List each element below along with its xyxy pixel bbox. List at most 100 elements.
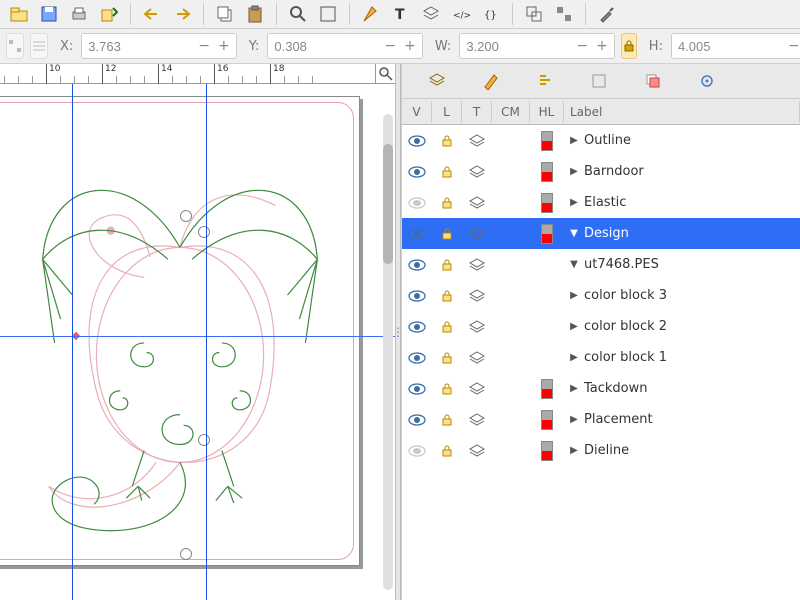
- layer-label[interactable]: ▶Tackdown: [564, 381, 800, 396]
- layer-row[interactable]: ▼Design: [402, 218, 800, 249]
- zoomfit-btn[interactable]: [315, 2, 341, 26]
- layer-row[interactable]: ▶Placement: [402, 404, 800, 435]
- lock-icon[interactable]: [432, 165, 462, 179]
- type-icon[interactable]: [462, 289, 492, 303]
- collapse-icon[interactable]: [642, 70, 664, 92]
- expand-arrow[interactable]: ▶: [568, 321, 580, 332]
- layer-label[interactable]: ▼Design: [564, 226, 800, 241]
- lock-icon[interactable]: [432, 413, 462, 427]
- remove-layer-icon[interactable]: [480, 70, 502, 92]
- lock-icon[interactable]: [432, 444, 462, 458]
- layer-label[interactable]: ▶Barndoor: [564, 164, 800, 179]
- col-label[interactable]: Label: [564, 101, 800, 123]
- lock-icon[interactable]: [432, 196, 462, 210]
- visibility-icon[interactable]: [402, 227, 432, 241]
- open-btn[interactable]: [6, 2, 32, 26]
- lock-aspect[interactable]: [621, 33, 637, 59]
- expand-arrow[interactable]: ▶: [568, 352, 580, 363]
- canvas-scrollbar[interactable]: [383, 114, 393, 590]
- layer-row[interactable]: ▶color block 2: [402, 311, 800, 342]
- layer-row[interactable]: ▶Dieline: [402, 435, 800, 466]
- h-input[interactable]: −+: [671, 33, 800, 59]
- expand-arrow[interactable]: ▼: [568, 228, 580, 239]
- visibility-icon[interactable]: [402, 165, 432, 179]
- expand-arrow[interactable]: ▶: [568, 445, 580, 456]
- redo-btn[interactable]: [169, 2, 195, 26]
- type-icon[interactable]: [462, 165, 492, 179]
- visibility-icon[interactable]: [402, 258, 432, 272]
- layer-label[interactable]: ▶Placement: [564, 412, 800, 427]
- expand-arrow[interactable]: ▶: [568, 197, 580, 208]
- group-btn[interactable]: [551, 2, 577, 26]
- lock-icon[interactable]: [432, 289, 462, 303]
- highlight-swatch[interactable]: [530, 410, 564, 430]
- layer-row[interactable]: ▶Barndoor: [402, 156, 800, 187]
- layer-row[interactable]: ▼ut7468.PES: [402, 249, 800, 280]
- xml-btn[interactable]: </>: [448, 2, 474, 26]
- visibility-icon[interactable]: [402, 351, 432, 365]
- type-icon[interactable]: [462, 227, 492, 241]
- lock-icon[interactable]: [432, 134, 462, 148]
- layer-label[interactable]: ▶color block 2: [564, 319, 800, 334]
- expand-arrow[interactable]: ▶: [568, 135, 580, 146]
- layer-row[interactable]: ▶color block 3: [402, 280, 800, 311]
- highlight-swatch[interactable]: [530, 224, 564, 244]
- visibility-icon[interactable]: [402, 320, 432, 334]
- expand-arrow[interactable]: ▶: [568, 290, 580, 301]
- layer-label[interactable]: ▶Elastic: [564, 195, 800, 210]
- distribute-icon[interactable]: [30, 33, 48, 59]
- save-btn[interactable]: [36, 2, 62, 26]
- col-cm[interactable]: CM: [492, 101, 530, 123]
- visibility-icon[interactable]: [402, 134, 432, 148]
- ruler-top[interactable]: 81012141618: [0, 64, 395, 84]
- col-hl[interactable]: HL: [530, 101, 564, 123]
- layer-label[interactable]: ▶color block 3: [564, 288, 800, 303]
- guide-vertical-1[interactable]: [72, 84, 73, 600]
- layer-row[interactable]: ▶Elastic: [402, 187, 800, 218]
- visibility-icon[interactable]: [402, 289, 432, 303]
- layer-row[interactable]: ▶Tackdown: [402, 373, 800, 404]
- expand-arrow[interactable]: ▶: [568, 383, 580, 394]
- type-icon[interactable]: [462, 382, 492, 396]
- layer-label[interactable]: ▶Outline: [564, 133, 800, 148]
- move-up-icon[interactable]: [534, 70, 556, 92]
- lock-icon[interactable]: [432, 382, 462, 396]
- lock-icon[interactable]: [432, 320, 462, 334]
- selectorcss-btn[interactable]: {}: [478, 2, 504, 26]
- expand-arrow[interactable]: ▼: [568, 259, 580, 270]
- node-select-icon[interactable]: [6, 33, 24, 59]
- add-layer-icon[interactable]: [426, 70, 448, 92]
- visibility-icon[interactable]: [402, 444, 432, 458]
- visibility-icon[interactable]: [402, 413, 432, 427]
- type-icon[interactable]: [462, 351, 492, 365]
- x-input[interactable]: −+: [81, 33, 236, 59]
- zoomin-btn[interactable]: [285, 2, 311, 26]
- layer-label[interactable]: ▼ut7468.PES: [564, 257, 800, 272]
- type-icon[interactable]: [462, 258, 492, 272]
- paste-btn[interactable]: [242, 2, 268, 26]
- layer-list[interactable]: ▶Outline ▶Barndoor ▶Elastic ▼Design ▼ut7468.…: [402, 125, 800, 600]
- rotate-handle-2[interactable]: [198, 434, 210, 446]
- type-icon[interactable]: [462, 134, 492, 148]
- textprops-btn[interactable]: T: [388, 2, 414, 26]
- highlight-swatch[interactable]: [530, 441, 564, 461]
- layers-btn[interactable]: [418, 2, 444, 26]
- undo-btn[interactable]: [139, 2, 165, 26]
- lock-icon[interactable]: [432, 227, 462, 241]
- fillstroke-btn[interactable]: [358, 2, 384, 26]
- prefs-btn[interactable]: [594, 2, 620, 26]
- type-icon[interactable]: [462, 444, 492, 458]
- highlight-swatch[interactable]: [530, 162, 564, 182]
- lock-icon[interactable]: [432, 258, 462, 272]
- col-l[interactable]: L: [432, 101, 462, 123]
- clone-btn[interactable]: [521, 2, 547, 26]
- col-v[interactable]: V: [402, 101, 432, 123]
- highlight-swatch[interactable]: [530, 131, 564, 151]
- guide-horizontal[interactable]: [0, 336, 395, 337]
- expand-icon[interactable]: [696, 70, 718, 92]
- layer-label[interactable]: ▶color block 1: [564, 350, 800, 365]
- print-btn[interactable]: [66, 2, 92, 26]
- layer-label[interactable]: ▶Dieline: [564, 443, 800, 458]
- layer-row[interactable]: ▶color block 1: [402, 342, 800, 373]
- lock-icon[interactable]: [432, 351, 462, 365]
